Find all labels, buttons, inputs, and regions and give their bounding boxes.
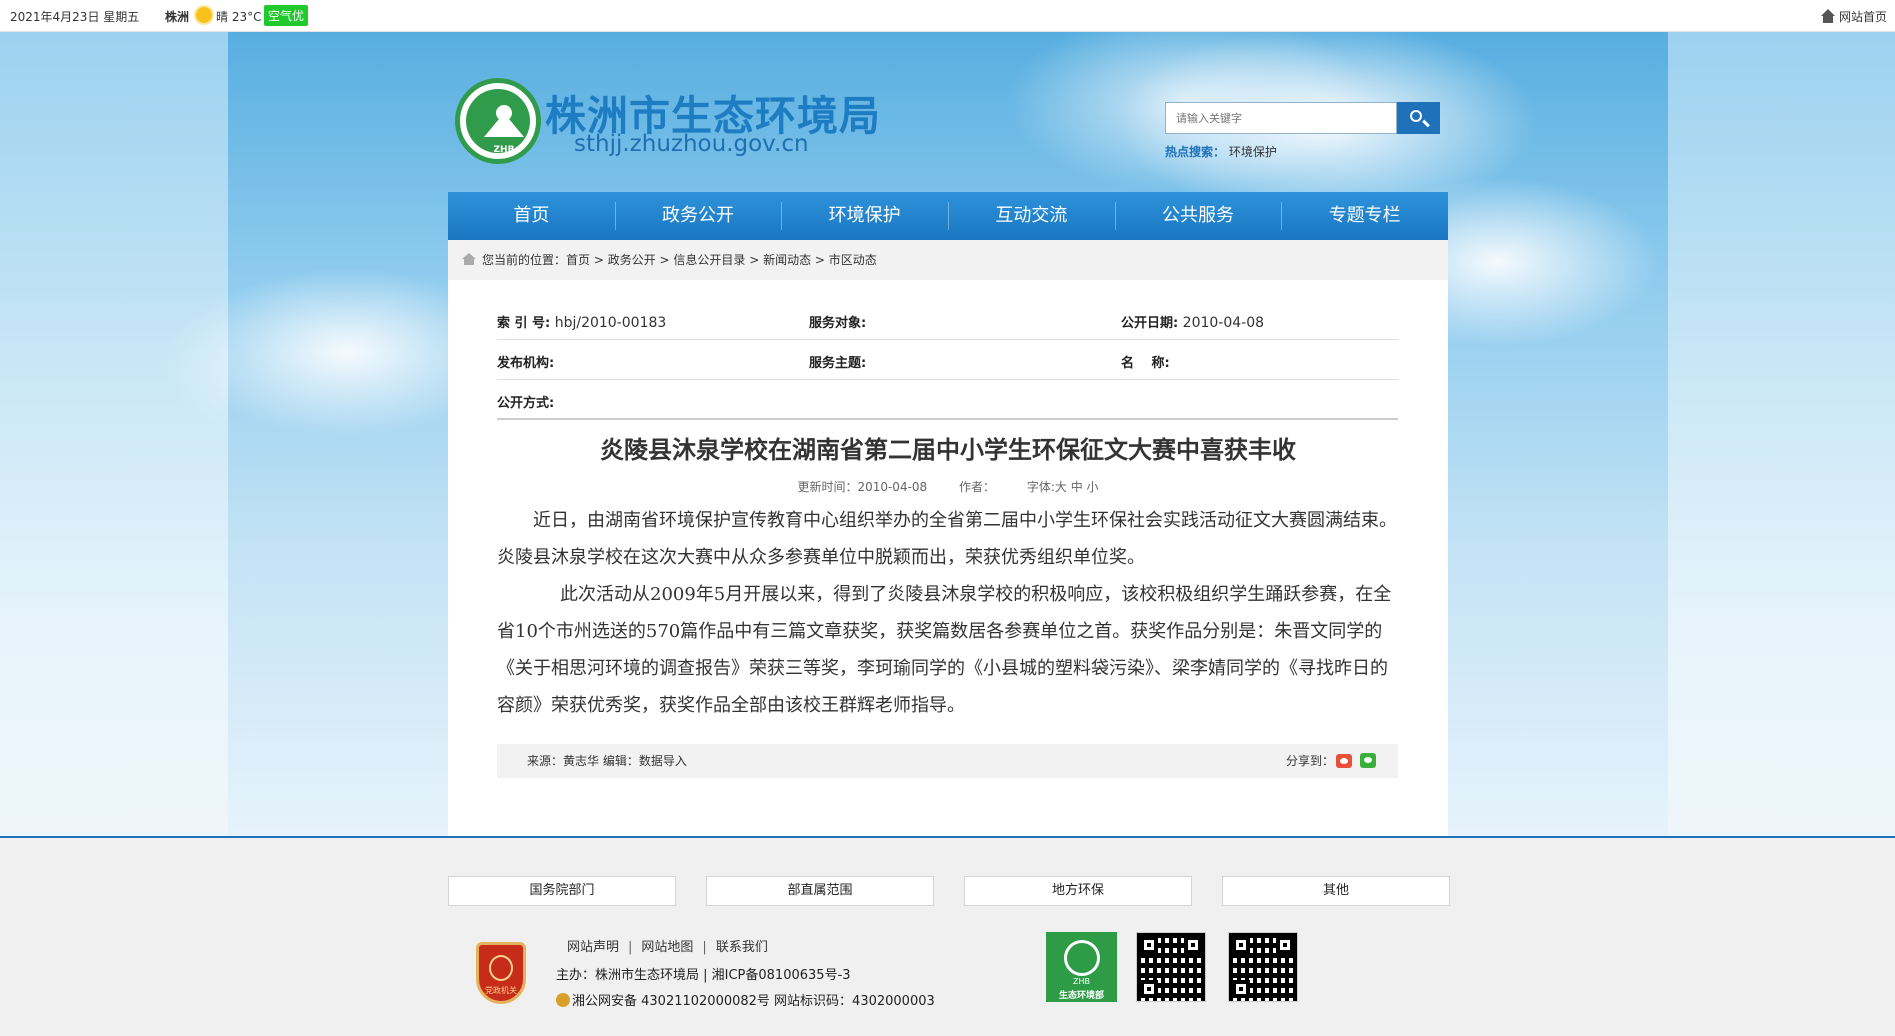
state-council-dropdown[interactable]: 国务院部门 — [448, 876, 676, 906]
topic-label: 服务主题: — [809, 356, 867, 371]
qr-finder — [1232, 936, 1250, 954]
nav-item-home[interactable]: 首页 — [448, 192, 615, 240]
info-row: 索 引 号: hbj/2010-00183 服务对象: 公开日期: 2010-0… — [497, 300, 1398, 340]
updated-time: 更新时间：2010-04-08 — [797, 480, 928, 494]
article-paragraph: 近日，由湖南省环境保护宣传教育中心组织举办的全省第二届中小学生环保社会实践活动征… — [497, 510, 1397, 568]
hot-search-colon: ： — [1213, 145, 1226, 159]
breadcrumb-path[interactable]: 首页 > 政务公开 > 信息公开目录 > 新闻动态 > 市区动态 — [566, 253, 877, 267]
site-statement-link[interactable]: 网站声明 — [567, 940, 619, 955]
mee-logo-zhb: ZHB — [1073, 977, 1090, 986]
target-cell: 服务对象: — [809, 312, 866, 331]
name-label: 名 称: — [1121, 356, 1170, 371]
content-panel: 您当前的位置：首页 > 政务公开 > 信息公开目录 > 新闻动态 > 市区动态 … — [448, 240, 1448, 836]
method-label: 公开方式: — [497, 396, 555, 411]
name-cell: 名 称: — [1121, 352, 1170, 371]
share-label: 分享到： — [1285, 754, 1334, 768]
weibo-share-icon[interactable] — [1336, 754, 1352, 768]
logo-text: ZHB — [493, 145, 515, 155]
home-link-label: 网站首页 — [1838, 10, 1887, 24]
police-badge-icon — [556, 993, 570, 1007]
target-label: 服务对象: — [809, 316, 867, 331]
qr-code-icon — [1136, 932, 1206, 1002]
search-input[interactable] — [1165, 102, 1397, 134]
city-text: 株洲 — [165, 10, 190, 24]
other-dropdown[interactable]: 其他 — [1222, 876, 1450, 906]
qr-code-icon — [1228, 932, 1298, 1002]
logo-mountain — [484, 113, 524, 137]
hot-search-label: 热点搜索 — [1165, 145, 1214, 159]
site-map-link[interactable]: 网站地图 — [641, 940, 693, 955]
police-record: 湘公网安备 43021102000082号 网站标识码：4302000003 — [556, 990, 935, 1009]
font-size-control[interactable]: 字体:大 中 小 — [1027, 480, 1099, 494]
sun-icon — [196, 7, 212, 23]
mee-emblem-icon — [1064, 940, 1100, 976]
info-table: 索 引 号: hbj/2010-00183 服务对象: 公开日期: 2010-0… — [497, 300, 1398, 420]
search-icon — [1410, 110, 1422, 122]
nav-item-public-service[interactable]: 公共服务 — [1114, 192, 1282, 240]
footer-links: 网站声明 | 网站地图 | 联系我们 — [567, 940, 768, 955]
date-value: 2010-04-08 — [1182, 315, 1265, 331]
qr-finder — [1140, 980, 1158, 998]
article-footer: 来源：黄志华 编辑：数据导入 分享到： — [497, 744, 1398, 778]
search-button[interactable] — [1397, 102, 1440, 134]
nav-item-government-affairs[interactable]: 政务公开 — [614, 192, 782, 240]
date-text: 2021年4月23日 星期五 — [10, 10, 140, 24]
site-logo[interactable]: ZHB — [455, 78, 541, 164]
badge-emblem-icon — [489, 955, 513, 981]
qr-finder — [1140, 936, 1158, 954]
hot-search-keyword[interactable]: 环境保护 — [1229, 145, 1277, 159]
article-paragraph: 此次活动从2009年5月开展以来，得到了炎陵县沐泉学校的积极响应，该校积极组织学… — [497, 584, 1392, 716]
article-meta: 更新时间：2010-04-08 作者： 字体:大 中 小 — [448, 478, 1448, 495]
mee-logo-name: 生态环境部 — [1058, 991, 1104, 1001]
date-label: 公开日期: — [1121, 316, 1179, 331]
qr-finder — [1232, 980, 1250, 998]
article-source: 来源：黄志华 编辑：数据导入 — [527, 754, 687, 768]
info-row: 发布机构: 服务主题: 名 称: — [497, 340, 1398, 380]
site-url: sthjj.zhuzhou.gov.cn — [574, 131, 809, 157]
contact-link[interactable]: 联系我们 — [716, 940, 768, 955]
top-bar: 2021年4月23日 星期五 株洲 晴 23°C 空气优 网站首页 — [0, 0, 1895, 32]
author: 作者： — [959, 480, 996, 494]
nav-item-environment[interactable]: 环境保护 — [781, 192, 948, 240]
date-cell: 公开日期: 2010-04-08 — [1121, 312, 1264, 331]
nav-item-interaction[interactable]: 互动交流 — [948, 192, 1115, 240]
breadcrumb-prefix: 您当前的位置： — [482, 253, 567, 267]
host-info: 主办：株洲市生态环境局 | 湘ICP备08100635号-3 — [556, 968, 851, 983]
logo-ring: ZHB — [466, 89, 530, 155]
home-icon — [462, 253, 476, 265]
breadcrumb: 您当前的位置：首页 > 政务公开 > 信息公开目录 > 新闻动态 > 市区动态 — [448, 240, 1448, 280]
publisher-label: 发布机构: — [497, 356, 555, 371]
info-row: 公开方式: — [497, 380, 1398, 420]
wechat-share-icon[interactable] — [1360, 753, 1376, 768]
home-icon — [1820, 9, 1836, 23]
weather-text: 晴 23°C — [216, 10, 262, 24]
method-cell: 公开方式: — [497, 392, 554, 411]
police-record-text[interactable]: 湘公网安备 43021102000082号 网站标识码：4302000003 — [572, 994, 935, 1009]
ministry-dropdown[interactable]: 部直属范围 — [706, 876, 934, 906]
article-title: 炎陵县沐泉学校在湖南省第二届中小学生环保征文大赛中喜获丰收 — [600, 436, 1296, 464]
main-nav: 首页 政务公开 环境保护 互动交流 公共服务 专题专栏 — [448, 192, 1448, 240]
aqi-badge: 空气优 — [264, 5, 309, 26]
index-label: 索 引 号: — [497, 316, 551, 331]
index-cell: 索 引 号: hbj/2010-00183 — [497, 312, 666, 331]
nav-item-special-topics[interactable]: 专题专栏 — [1281, 192, 1448, 240]
badge-text: 党政机关 — [485, 986, 517, 995]
site-footer: 国务院部门 部直属范围 地方环保 其他 党政机关 网站声明 | 网站地图 | 联系我们 … — [0, 836, 1895, 1036]
search-icon-handle — [1422, 119, 1430, 128]
topic-cell: 服务主题: — [809, 352, 866, 371]
mee-logo[interactable]: ZHB 生态环境部 — [1046, 932, 1117, 1002]
party-gov-badge[interactable]: 党政机关 — [476, 942, 526, 1004]
hot-search: 热点搜索： 环境保护 — [1165, 143, 1277, 160]
publisher-cell: 发布机构: — [497, 352, 554, 371]
qr-finder — [1184, 936, 1202, 954]
local-epb-dropdown[interactable]: 地方环保 — [964, 876, 1192, 906]
article-body: 近日，由湖南省环境保护宣传教育中心组织举办的全省第二届中小学生环保社会实践活动征… — [497, 502, 1398, 724]
index-value: hbj/2010-00183 — [554, 315, 667, 331]
qr-finder — [1276, 936, 1294, 954]
home-link[interactable]: 网站首页 — [1820, 8, 1887, 25]
